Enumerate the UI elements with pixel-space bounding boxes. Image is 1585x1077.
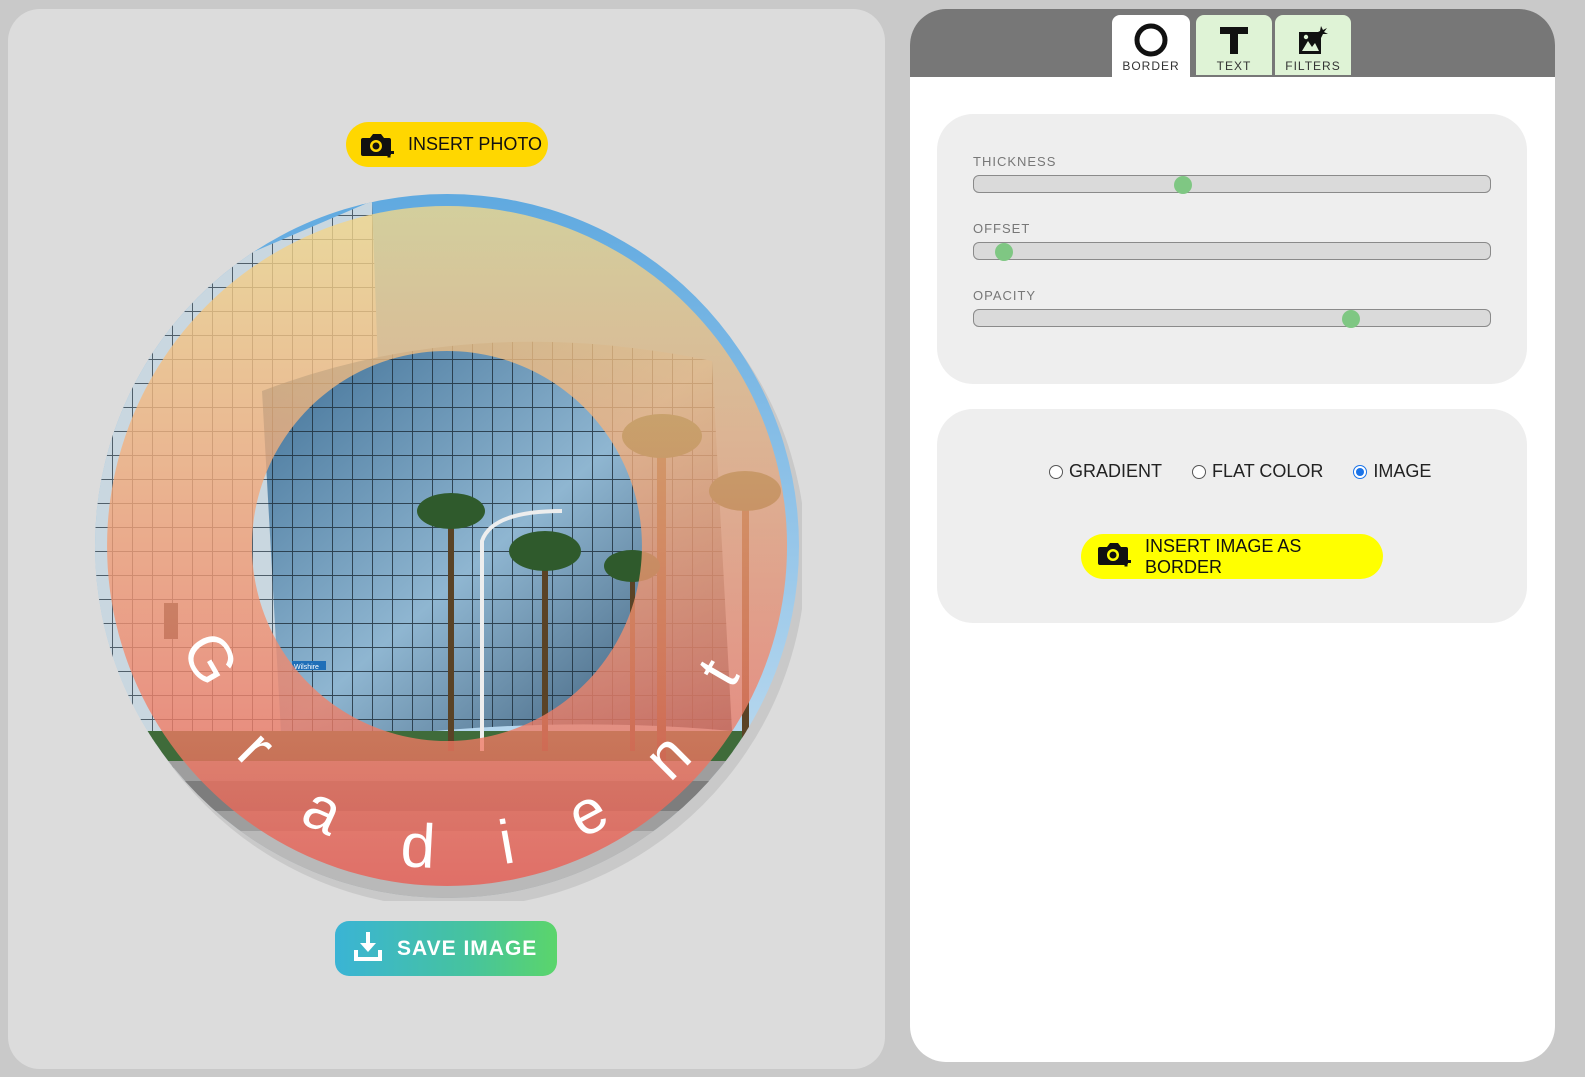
insert-image-as-border-button[interactable]: INSERT IMAGE AS BORDER [1081,534,1383,579]
insert-photo-button[interactable]: INSERT PHOTO [346,122,548,167]
radio-image-label: IMAGE [1373,461,1432,481]
offset-slider[interactable] [973,242,1491,261]
ring-letter: d [399,811,437,882]
tab-border[interactable]: BORDER [1112,15,1190,77]
settings-panel: BORDER TEXT FILTERS THICKNESS OFFSET OPA… [910,9,1555,1062]
border-sliders-card: THICKNESS OFFSET OPACITY [937,114,1527,384]
radio-image[interactable]: IMAGE [1353,461,1431,482]
tab-text[interactable]: TEXT [1196,15,1272,75]
image-sparkle-icon [1297,22,1329,58]
radio-gradient[interactable]: GRADIENT [1049,461,1162,482]
tab-filters-label: FILTERS [1285,59,1341,73]
thickness-slider-thumb[interactable] [1173,176,1192,194]
insert-image-as-border-label: INSERT IMAGE AS BORDER [1145,535,1302,577]
thickness-label: THICKNESS [973,154,1057,169]
radio-image-input[interactable] [1353,464,1368,479]
insert-photo-label: INSERT PHOTO [408,134,543,154]
tab-text-label: TEXT [1216,59,1252,73]
building-photo: Wilshire [95,194,799,898]
radio-flat-color-label: FLAT COLOR [1212,461,1324,481]
thickness-slider-group: THICKNESS [973,154,1491,194]
offset-slider-group: OFFSET [973,221,1491,261]
offset-slider-thumb[interactable] [994,243,1013,261]
save-image-button[interactable]: SAVE IMAGE [335,921,557,976]
border-fill-card: GRADIENT FLAT COLOR IMAGE INSERT IMAGE A… [937,409,1527,623]
tab-border-label: BORDER [1122,59,1180,73]
fill-type-radio-group: GRADIENT FLAT COLOR IMAGE [1049,461,1431,482]
thickness-slider[interactable] [973,175,1491,194]
text-t-icon [1219,22,1249,58]
radio-flat-color[interactable]: FLAT COLOR [1192,461,1323,482]
camera-plus-icon [360,131,394,159]
save-image-label: SAVE IMAGE [397,936,538,960]
circle-ring-icon [1133,22,1169,58]
tab-filters[interactable]: FILTERS [1275,15,1351,75]
tab-bar: BORDER TEXT FILTERS [910,9,1555,77]
opacity-slider-thumb[interactable] [1341,310,1360,328]
offset-label: OFFSET [973,221,1031,236]
opacity-slider[interactable] [973,309,1491,328]
opacity-slider-group: OPACITY [973,288,1491,328]
opacity-label: OPACITY [973,288,1037,303]
photo-preview: Wilshire G r a d i e n t [92,191,802,901]
radio-flat-color-input[interactable] [1192,464,1207,479]
camera-plus-icon [1097,540,1131,573]
radio-gradient-input[interactable] [1049,464,1063,479]
download-icon [353,930,383,968]
preview-panel: INSERT PHOTO Wilshire G r a d i e n t SA… [8,9,885,1069]
street-sign-text: Wilshire [294,664,319,671]
radio-gradient-label: GRADIENT [1069,461,1163,481]
